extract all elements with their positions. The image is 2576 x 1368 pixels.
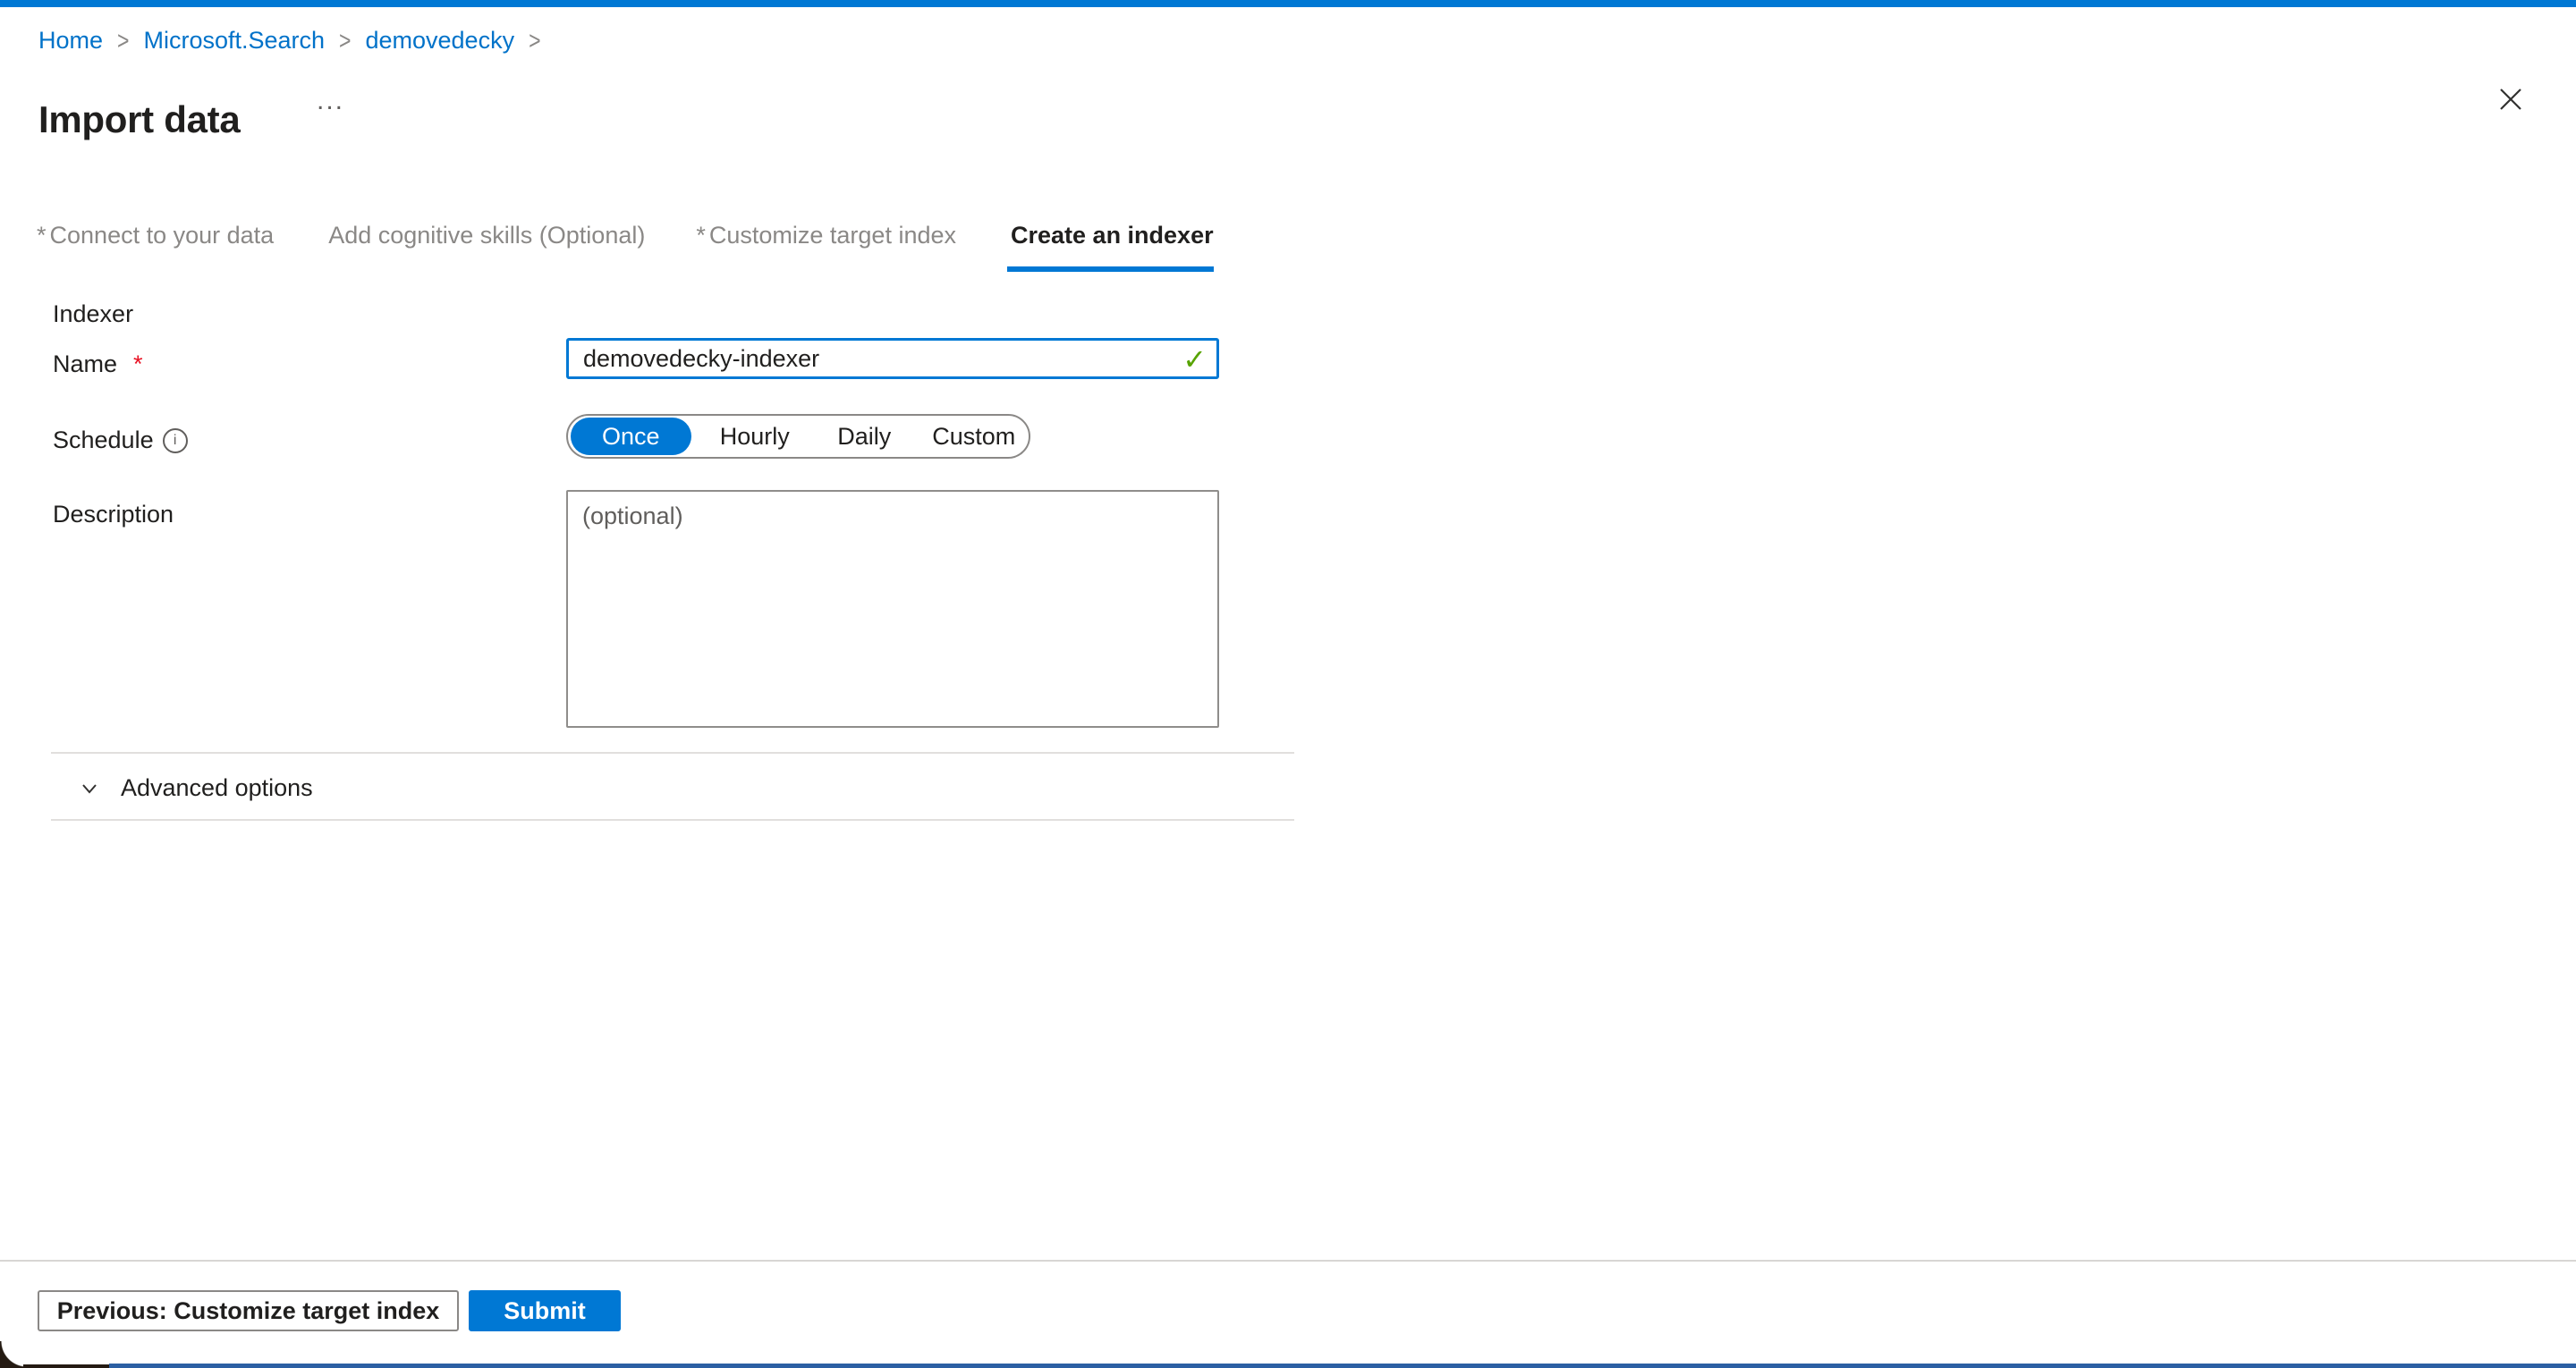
close-button[interactable]	[2494, 82, 2528, 119]
bottom-edge-dark-strip	[23, 1364, 109, 1368]
breadcrumb-separator-icon: >	[339, 26, 351, 56]
wizard-tabs: *Connect to your data Add cognitive skil…	[37, 222, 1214, 272]
tab-connect-to-your-data[interactable]: *Connect to your data	[37, 222, 274, 266]
schedule-option-daily[interactable]: Daily	[809, 423, 919, 451]
schedule-option-hourly[interactable]: Hourly	[700, 423, 809, 451]
schedule-option-once[interactable]: Once	[571, 418, 691, 455]
tab-add-cognitive-skills[interactable]: Add cognitive skills (Optional)	[325, 222, 645, 266]
page-title: Import data	[38, 98, 240, 141]
more-actions-button[interactable]: ...	[309, 82, 352, 120]
schedule-option-custom[interactable]: Custom	[919, 423, 1029, 451]
required-asterisk: *	[133, 350, 143, 378]
previous-step-button[interactable]: Previous: Customize target index	[38, 1290, 459, 1331]
tab-create-an-indexer[interactable]: Create an indexer	[1007, 222, 1214, 272]
description-label-text: Description	[53, 501, 174, 528]
footer-divider	[0, 1260, 2576, 1262]
schedule-label-text: Schedule	[53, 426, 154, 454]
description-textarea[interactable]	[566, 490, 1219, 728]
tab-required-marker: *	[696, 222, 706, 249]
name-label-text: Name	[53, 350, 117, 378]
divider	[51, 752, 1294, 754]
tab-customize-target-index[interactable]: *Customize target index	[696, 222, 956, 266]
tab-label: Customize target index	[709, 222, 956, 249]
chevron-down-icon	[78, 777, 101, 800]
bottom-edge-blue-strip	[109, 1364, 2576, 1368]
breadcrumb-separator-icon: >	[529, 26, 540, 56]
indexer-section-title: Indexer	[53, 300, 133, 328]
schedule-field-label: Schedule i	[53, 426, 188, 454]
tab-label: Add cognitive skills (Optional)	[328, 222, 645, 249]
top-accent-bar	[0, 0, 2576, 7]
name-field-label: Name *	[53, 350, 143, 378]
submit-button[interactable]: Submit	[469, 1290, 621, 1331]
schedule-segmented-control: Once Hourly Daily Custom	[566, 414, 1030, 459]
breadcrumb-microsoft-search-link[interactable]: Microsoft.Search	[143, 27, 325, 55]
close-icon	[2497, 86, 2524, 113]
import-data-page: Home > Microsoft.Search > demovedecky > …	[0, 0, 2576, 1368]
advanced-options-label: Advanced options	[121, 774, 313, 802]
tab-label: Create an indexer	[1011, 222, 1214, 249]
divider	[51, 819, 1294, 821]
name-input-wrap: ✓	[566, 338, 1219, 379]
breadcrumb: Home > Microsoft.Search > demovedecky >	[38, 27, 555, 55]
advanced-options-toggle[interactable]: Advanced options	[74, 769, 317, 807]
breadcrumb-home-link[interactable]: Home	[38, 27, 103, 55]
indexer-name-input[interactable]	[566, 338, 1219, 379]
breadcrumb-demovedecky-link[interactable]: demovedecky	[365, 27, 514, 55]
tab-label: Connect to your data	[50, 222, 275, 249]
tab-required-marker: *	[37, 222, 47, 249]
breadcrumb-separator-icon: >	[117, 26, 129, 56]
description-field-label: Description	[53, 501, 174, 528]
info-icon[interactable]: i	[163, 428, 188, 453]
